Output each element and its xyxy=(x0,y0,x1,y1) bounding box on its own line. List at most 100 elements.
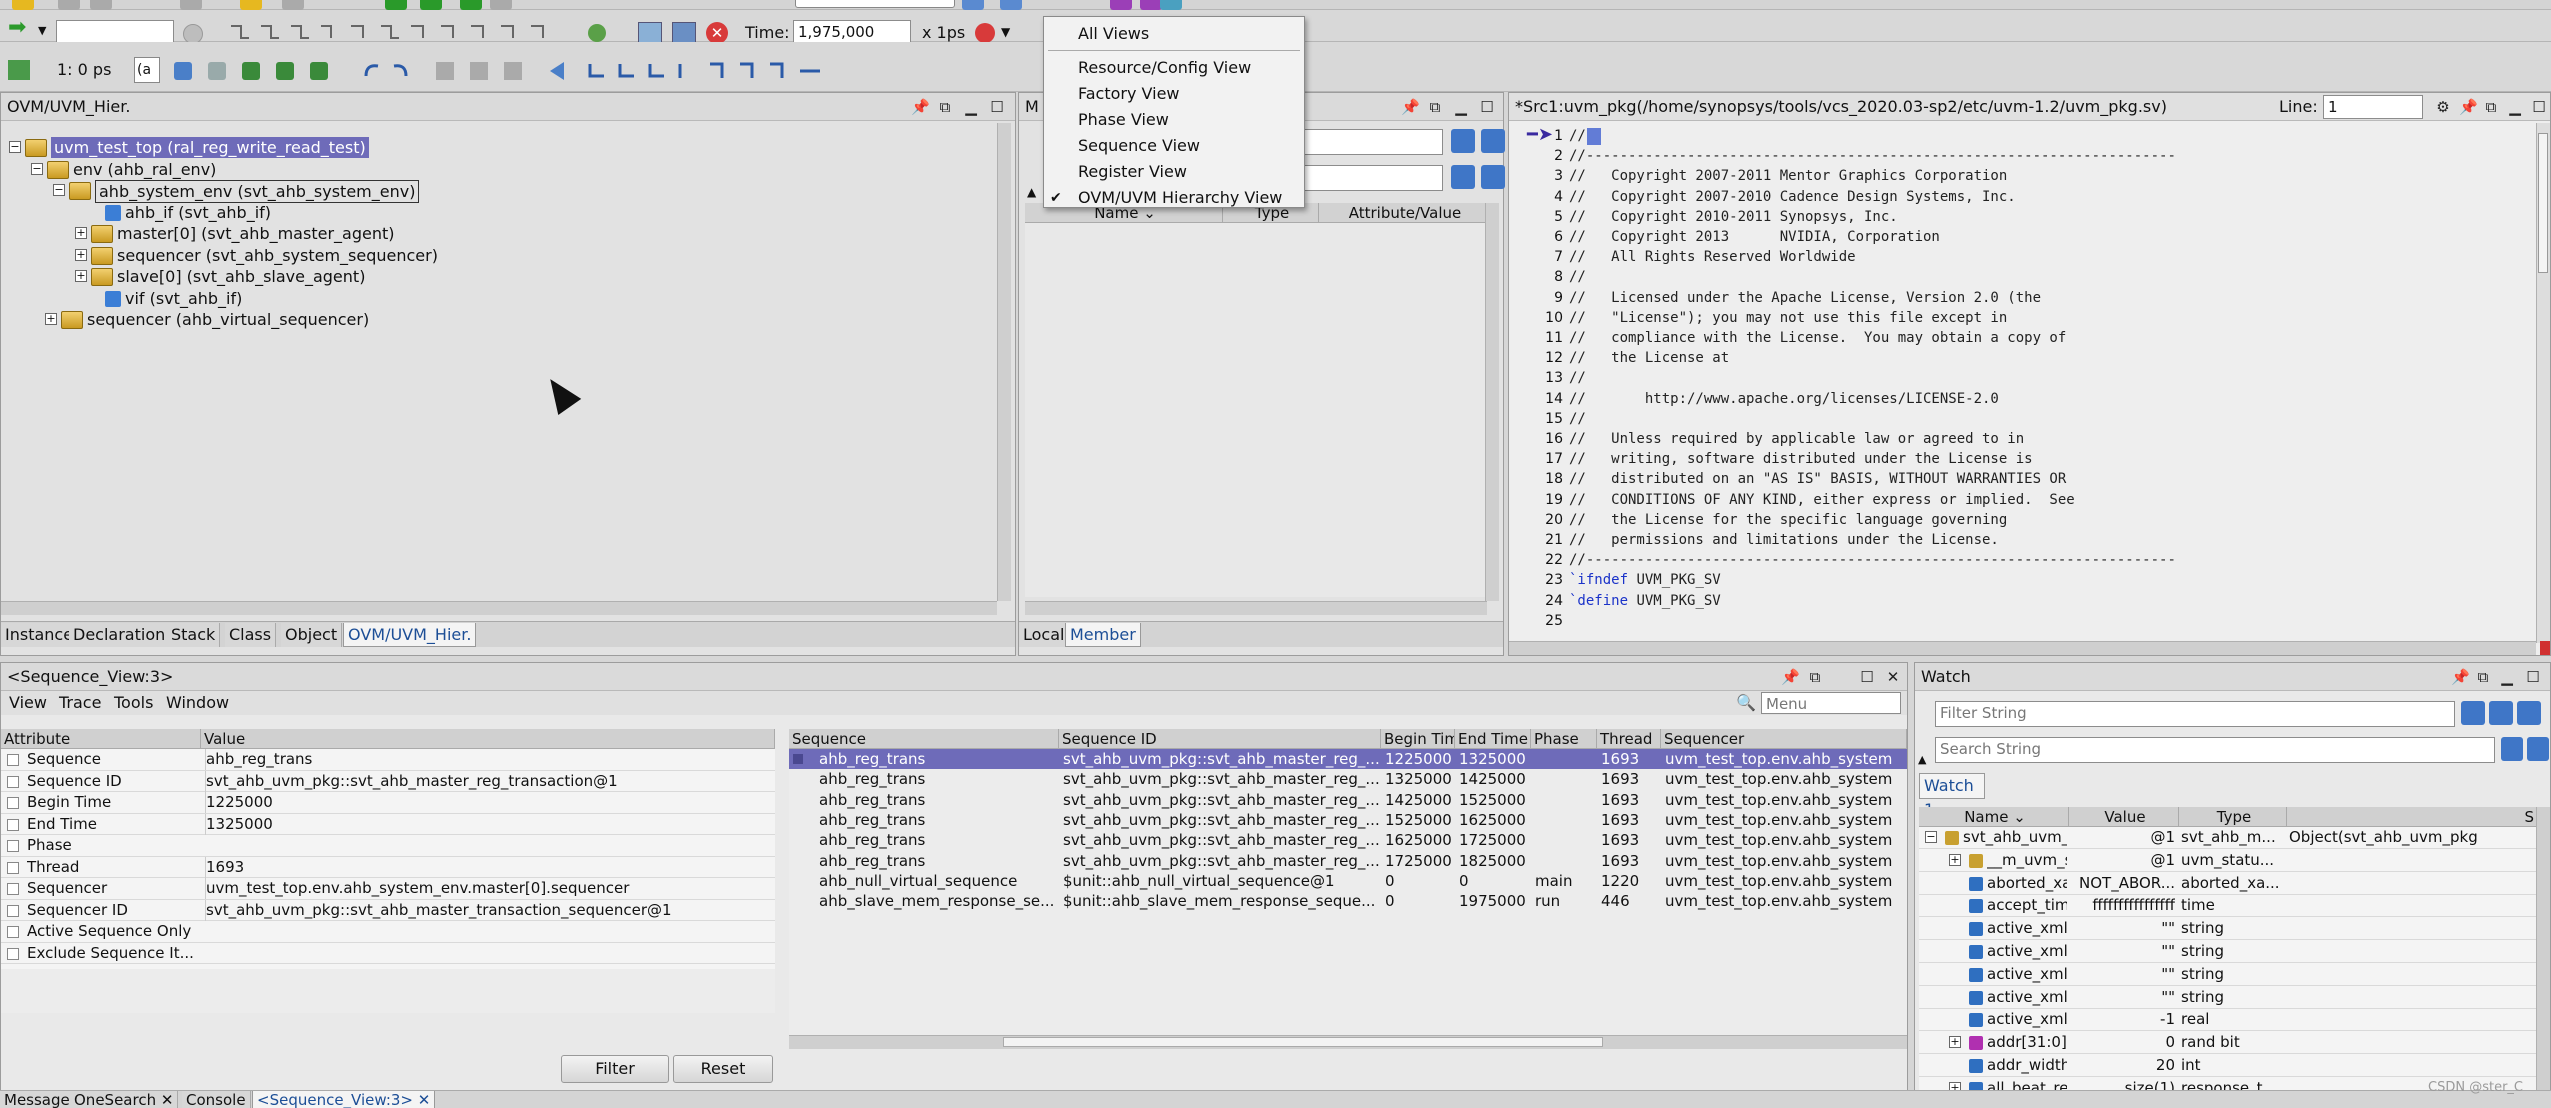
watch-row[interactable]: accept_time ffffffffffffffff time xyxy=(1919,895,2539,918)
watch-row[interactable]: + __m_uvm_st... @1 uvm_statu... xyxy=(1919,850,2539,872)
tab-sequence-view[interactable]: <Sequence_View:3> ✕ xyxy=(252,1091,436,1108)
watch-row[interactable]: active_xml_... "" string xyxy=(1919,964,2539,986)
expand-toggle-icon[interactable]: + xyxy=(75,270,87,282)
watch-col-value[interactable]: Value xyxy=(2069,807,2179,827)
watch-row[interactable]: active_xml_c... "" string xyxy=(1919,918,2539,941)
checkbox[interactable] xyxy=(7,861,19,874)
sequence-row[interactable]: ahb_slave_mem_response_se... $unit::ahb_s… xyxy=(789,891,1907,911)
settings-icon[interactable] xyxy=(1160,0,1182,10)
pin-icon[interactable]: 📌 xyxy=(911,99,930,115)
attr-row[interactable]: Thread 1693 xyxy=(1,856,775,878)
attr-row[interactable]: Sequencer ID svt_ahb_uvm_pkg::svt_ahb_ma… xyxy=(1,899,775,921)
source-hscroll[interactable] xyxy=(1509,641,2536,655)
menu-item[interactable]: All Views xyxy=(1044,21,1304,47)
green-arrow-icon[interactable] xyxy=(460,0,482,10)
run-icon[interactable] xyxy=(490,0,512,10)
collapse-icon[interactable]: ▲ xyxy=(1918,753,1926,766)
sequence-row[interactable]: ahb_reg_trans svt_ahb_uvm_pkg::svt_ahb_ma… xyxy=(789,810,1907,830)
reset-button[interactable]: Reset xyxy=(673,1055,773,1083)
sequence-row[interactable]: ahb_reg_trans svt_ahb_uvm_pkg::svt_ahb_ma… xyxy=(789,851,1907,871)
watch-row[interactable]: + addr[31:0] 0 rand bit xyxy=(1919,1032,2539,1055)
grid-icon[interactable] xyxy=(8,60,30,80)
col-sequence[interactable]: Sequence xyxy=(789,729,1059,749)
col-sequence-id[interactable]: Sequence ID xyxy=(1059,729,1381,749)
minimize-icon[interactable]: ▁ xyxy=(963,99,979,115)
checkbox[interactable] xyxy=(7,797,19,809)
menu-trace[interactable]: Trace xyxy=(59,693,101,712)
tab-onesearch[interactable]: OneSearch ✕ xyxy=(70,1091,179,1108)
watch-row[interactable]: aborted_xac... NOT_ABOR... aborted_xa... xyxy=(1919,873,2539,895)
undock-icon[interactable]: ⧉ xyxy=(937,99,953,115)
case-icon[interactable] xyxy=(1481,129,1505,153)
find-icon[interactable] xyxy=(962,0,984,10)
search-next-icon[interactable] xyxy=(1481,165,1505,189)
search-icon[interactable] xyxy=(1451,165,1475,189)
search-icon[interactable] xyxy=(2501,737,2523,761)
pin-icon[interactable]: 📌 xyxy=(1781,669,1800,685)
expand-toggle-icon[interactable]: + xyxy=(1949,1036,1961,1049)
tab-class[interactable]: Class xyxy=(225,623,277,647)
attr-row[interactable]: Sequence ID svt_ahb_uvm_pkg::svt_ahb_mas… xyxy=(1,770,775,792)
menu-item[interactable]: Sequence View xyxy=(1044,133,1304,159)
attr-row[interactable]: Begin Time 1225000 xyxy=(1,792,775,814)
search-menu-icon[interactable]: 🔍 xyxy=(1736,693,1756,712)
sequence-row[interactable]: ahb_reg_trans svt_ahb_uvm_pkg::svt_ahb_ma… xyxy=(789,830,1907,850)
pin-icon[interactable]: 📌 xyxy=(2451,669,2470,685)
line-input[interactable]: 1 xyxy=(2323,95,2423,119)
seq-hscroll-thumb[interactable] xyxy=(1003,1037,1603,1047)
watch-row[interactable]: − svt_ahb_uvm_p... @1 svt_ahb_m... Objec… xyxy=(1919,827,2539,849)
paste-icon[interactable] xyxy=(180,0,202,10)
maximize-icon[interactable]: ☐ xyxy=(1479,99,1495,115)
undock-icon[interactable]: ⧉ xyxy=(2483,99,2499,115)
open-icon[interactable] xyxy=(12,0,34,10)
menu-item[interactable]: Factory View xyxy=(1044,81,1304,107)
zoom-icon[interactable] xyxy=(1000,0,1022,10)
tab-ovm-uvm-hier-[interactable]: OVM/UVM_Hier. xyxy=(343,623,477,647)
undock-icon[interactable]: ⧉ xyxy=(1427,99,1443,115)
maximize-icon[interactable]: ☐ xyxy=(989,99,1005,115)
tab-instance[interactable]: Instance xyxy=(1,623,79,647)
tab-member[interactable]: Member xyxy=(1065,623,1141,647)
expand-toggle-icon[interactable]: − xyxy=(53,184,65,196)
watch-row[interactable]: active_xml_s... -1 real xyxy=(1919,1009,2539,1032)
tab-console[interactable]: Console xyxy=(182,1091,251,1108)
stop-red-icon[interactable]: ✕ xyxy=(706,22,728,44)
debug-toolbar-icons[interactable] xyxy=(170,58,850,84)
watch-search-input[interactable]: Search String xyxy=(1935,737,2495,763)
tab-message[interactable]: Message xyxy=(0,1091,75,1108)
source-vscroll-thumb[interactable] xyxy=(2538,133,2548,273)
attr-row[interactable]: Active Sequence Only xyxy=(1,921,775,943)
attr-col-value[interactable]: Value xyxy=(201,729,775,749)
checkbox[interactable] xyxy=(7,840,19,852)
menu-item[interactable]: Phase View xyxy=(1044,107,1304,133)
folder-icon[interactable] xyxy=(240,0,262,10)
close-icon[interactable]: ✕ xyxy=(161,1091,174,1108)
minimize-icon[interactable]: ▁ xyxy=(2499,669,2515,685)
collapse-icon[interactable]: ▲ xyxy=(1027,185,1036,199)
purple-icon-2[interactable] xyxy=(1140,0,1162,10)
filter-icon[interactable] xyxy=(1451,129,1475,153)
arrow-right-icon[interactable]: ➡ xyxy=(8,17,34,39)
step-combo-suffix[interactable]: (a xyxy=(134,57,160,83)
col-phase[interactable]: Phase xyxy=(1531,729,1597,749)
purple-icon[interactable] xyxy=(1110,0,1132,10)
watch-col-name[interactable]: Name ⌄ xyxy=(1919,807,2069,827)
hier-hscroll[interactable] xyxy=(1,601,997,615)
minimize-icon[interactable]: ▁ xyxy=(1453,99,1469,115)
filter-button[interactable]: Filter xyxy=(561,1055,669,1083)
case-icon[interactable] xyxy=(2489,701,2513,725)
export-icon[interactable] xyxy=(672,22,696,44)
tab-local[interactable]: Local xyxy=(1019,623,1070,647)
watch-row[interactable]: active_xml_... "" string xyxy=(1919,987,2539,1009)
checkbox[interactable] xyxy=(7,883,19,895)
list-view-icon[interactable] xyxy=(2517,701,2541,725)
watch-row[interactable]: addr_width 20 int xyxy=(1919,1055,2539,1077)
search-field-top[interactable] xyxy=(795,0,955,8)
tab-stack[interactable]: Stack xyxy=(167,623,221,647)
record-stop-icon[interactable] xyxy=(975,23,995,43)
attr-row[interactable]: End Time 1325000 xyxy=(1,813,775,835)
sequence-row[interactable]: ahb_reg_trans svt_ahb_uvm_pkg::svt_ahb_ma… xyxy=(789,749,1907,769)
sequence-row[interactable]: ahb_reg_trans svt_ahb_uvm_pkg::svt_ahb_ma… xyxy=(789,790,1907,810)
expand-toggle-icon[interactable]: − xyxy=(31,162,43,175)
sequence-row[interactable]: ahb_reg_trans svt_ahb_uvm_pkg::svt_ahb_ma… xyxy=(789,769,1907,789)
